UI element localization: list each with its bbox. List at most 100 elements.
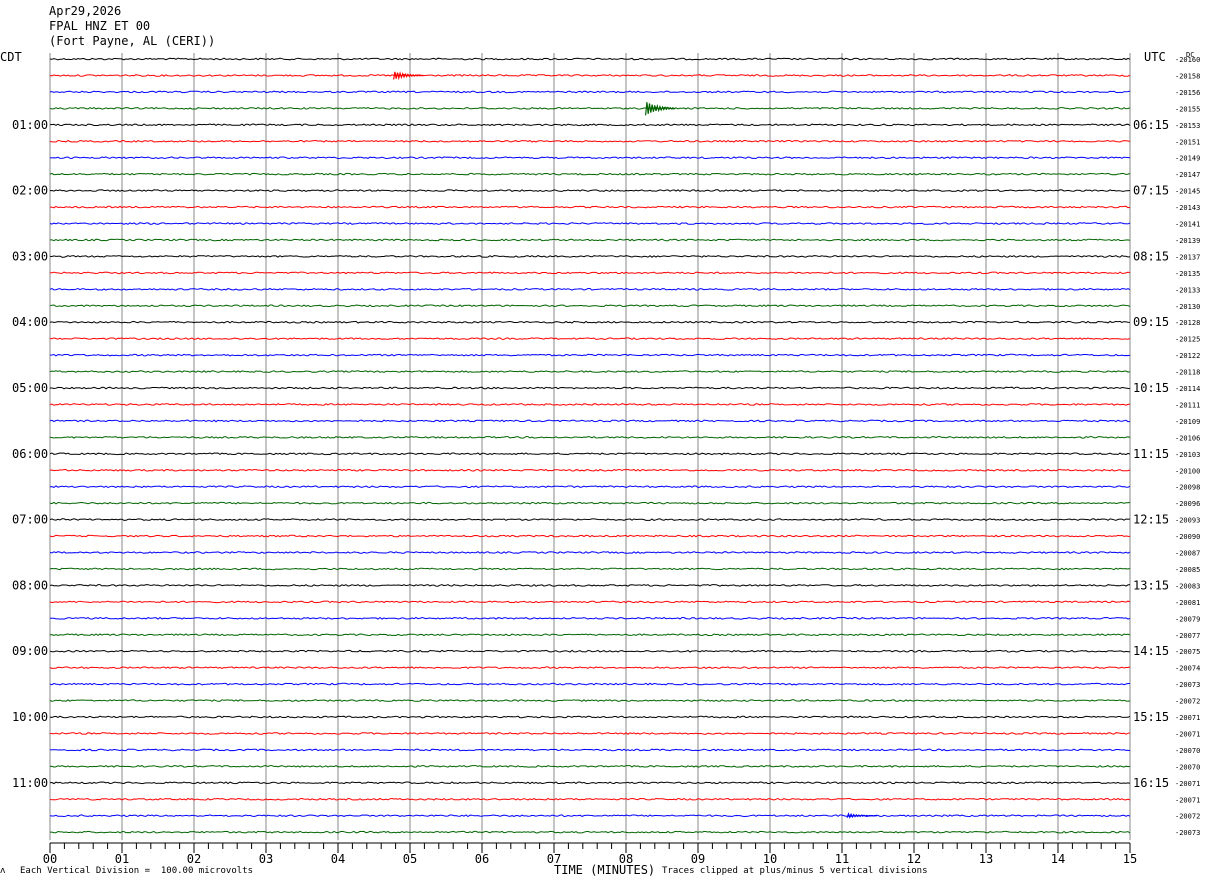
trace-line [49,633,1131,637]
x-tick-label: 10 [763,852,777,866]
seismogram-plot: CDT UTC DC TIME (MINUTES) 01:0002:0003:0… [0,50,1200,877]
corner-mark: ʌ [0,866,6,876]
cdt-axis-label: CDT [0,50,22,64]
trace-line [49,123,1131,127]
dc-offset-label: -20096 [1175,500,1200,508]
dc-offset-label: -20100 [1175,467,1200,475]
seismic-event-mark [846,812,878,819]
trace-line [49,222,1131,225]
dc-offset-label: -20070 [1175,763,1200,771]
dc-offset-label: -20079 [1175,615,1200,623]
trace-line [49,287,1131,291]
trace-line [49,501,1131,505]
trace-line [49,106,1131,110]
trace-line [49,370,1131,373]
dc-offset-label: -20149 [1175,155,1200,163]
trace-line [49,189,1131,193]
dc-offset-label: -20158 [1175,72,1200,80]
trace-line [49,666,1131,670]
x-tick-label: 14 [1051,852,1065,866]
trace-line [49,600,1131,604]
dc-offset-label: -20143 [1175,204,1200,212]
utc-axis-label: UTC [1144,50,1166,64]
dc-offset-label: -20071 [1175,730,1200,738]
utc-hour-label: 13:15 [1133,578,1169,592]
x-tick-label: 08 [619,852,633,866]
dc-offset-label: -20074 [1175,665,1200,673]
utc-hour-label: 12:15 [1133,513,1169,527]
dc-offset-label: -20081 [1175,599,1200,607]
trace-line [50,830,1131,834]
cdt-hour-label: 04:00 [12,315,48,329]
dc-offset-label: -20156 [1175,89,1200,97]
trace-line [49,748,1131,752]
cdt-hour-label: 02:00 [12,184,48,198]
dc-offset-label: -20071 [1175,714,1200,722]
dc-offset-label: -20103 [1175,451,1200,459]
trace-line [49,715,1131,719]
trace-line [49,90,1131,94]
x-tick-label: 01 [115,852,129,866]
trace-line [49,205,1131,209]
dc-offset-label: -20071 [1175,796,1200,804]
trace-line [49,797,1131,801]
trace-line [49,732,1131,735]
trace-line [49,139,1131,143]
dc-offset-label: -20139 [1175,237,1200,245]
x-tick-label: 13 [979,852,993,866]
dc-offset-label: -20118 [1175,369,1200,377]
trace-line [49,567,1131,571]
trace-line [49,551,1131,554]
dc-offset-label: -20072 [1175,698,1200,706]
utc-hour-label: 16:15 [1133,776,1169,790]
clip-note: Traces clipped at plus/minus 5 vertical … [662,866,928,876]
x-tick-label: 07 [547,852,561,866]
trace-line [49,649,1130,653]
cdt-hour-label: 10:00 [12,710,48,724]
utc-hour-label: 07:15 [1133,184,1169,198]
dc-offset-label: -20106 [1175,434,1200,442]
cdt-hour-label: 08:00 [12,578,48,592]
trace-line [49,337,1131,341]
trace-line [49,468,1131,472]
dc-offset-label: -20073 [1175,829,1200,837]
dc-offset-label: -20098 [1175,484,1200,492]
dc-offset-label: -20085 [1175,566,1200,574]
dc-offset-label: -20151 [1175,138,1200,146]
dc-offset-label: -20130 [1175,303,1200,311]
x-tick-label: 03 [259,852,273,866]
x-axis-title: TIME (MINUTES) [554,863,655,877]
dc-offset-label: -20137 [1175,253,1200,261]
trace-line [49,452,1131,456]
trace-line [49,172,1131,176]
x-tick-label: 12 [907,852,921,866]
trace-line [49,435,1131,439]
trace-line [49,271,1131,275]
dc-offset-label: -20133 [1175,286,1200,294]
trace-line [50,238,1131,242]
utc-hour-label: 14:15 [1133,644,1169,658]
utc-hour-label: 15:15 [1133,710,1169,724]
dc-offset-label: -20090 [1175,533,1200,541]
x-tick-label: 00 [43,852,57,866]
dc-offset-label: -20147 [1175,171,1200,179]
dc-offset-label: -20153 [1175,122,1200,130]
utc-hour-label: 08:15 [1133,249,1169,263]
cdt-hour-label: 01:00 [12,118,48,132]
trace-line [49,485,1131,489]
cdt-hour-label: 07:00 [12,513,48,527]
cdt-hour-label: 03:00 [12,249,48,263]
dc-offset-label: -20072 [1175,813,1200,821]
dc-offset-label: -20075 [1175,648,1200,656]
dc-offset-label: -20077 [1175,632,1200,640]
dc-offset-label: -20135 [1175,270,1200,278]
seismic-event-mark [393,71,424,81]
dc-offset-label: -20155 [1175,105,1200,113]
trace-line [49,353,1131,357]
dc-offset-label: -20093 [1175,517,1200,525]
cdt-hour-label: 05:00 [12,381,48,395]
dc-offset-label: -20109 [1175,418,1200,426]
trace-line [49,699,1131,702]
dc-offset-label: -20128 [1175,319,1200,327]
utc-hour-label: 10:15 [1133,381,1169,395]
